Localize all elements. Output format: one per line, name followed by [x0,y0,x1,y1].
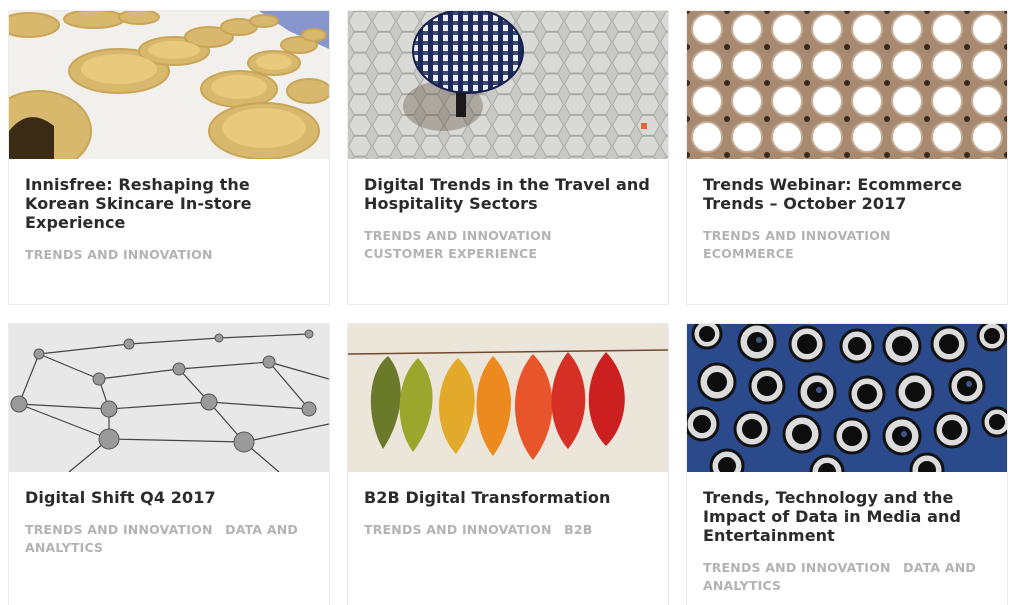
tag-link[interactable]: TRENDS AND INNOVATION [703,560,891,575]
article-card[interactable]: Trends Webinar: Ecommerce Trends – Octob… [686,10,1008,305]
tag-link[interactable]: TRENDS AND INNOVATION [364,522,552,537]
tag-list: TRENDS AND INNOVATION B2B [364,521,652,539]
tag-link[interactable]: ECOMMERCE [703,246,794,261]
tag-link[interactable]: TRENDS AND INNOVATION [25,247,213,262]
tag-link[interactable]: TRENDS AND INNOVATION [703,228,891,243]
network-nodes-photo [9,324,329,472]
article-title[interactable]: Innisfree: Reshaping the Korean Skincare… [25,175,313,232]
article-card[interactable]: Digital Trends in the Travel and Hospita… [347,10,669,305]
article-card[interactable]: B2B Digital Transformation TRENDS AND IN… [347,323,669,605]
autumn-leaves-image[interactable] [348,324,668,472]
umbrella-on-pavement-photo [348,11,668,159]
circle-pattern-image[interactable] [687,11,1007,159]
tag-list: TRENDS AND INNOVATION CUSTOMER EXPERIENC… [364,227,652,263]
tag-link[interactable]: TRENDS AND INNOVATION [25,522,213,537]
article-title[interactable]: Trends Webinar: Ecommerce Trends – Octob… [703,175,991,213]
article-title[interactable]: Digital Shift Q4 2017 [25,488,313,507]
article-card[interactable]: Innisfree: Reshaping the Korean Skincare… [8,10,330,305]
article-card[interactable]: Digital Shift Q4 2017 TRENDS AND INNOVAT… [8,323,330,605]
tag-link[interactable]: TRENDS AND INNOVATION [364,228,552,243]
tag-list: TRENDS AND INNOVATION ECOMMERCE [703,227,991,263]
article-grid: Innisfree: Reshaping the Korean Skincare… [0,0,1017,605]
network-image[interactable] [9,324,329,472]
tag-link[interactable]: B2B [564,522,592,537]
article-title[interactable]: B2B Digital Transformation [364,488,652,507]
article-card[interactable]: Trends, Technology and the Impact of Dat… [686,323,1008,605]
tag-list: TRENDS AND INNOVATION [25,246,313,264]
tag-list: TRENDS AND INNOVATION DATA AND ANALYTICS [703,559,991,595]
camera-lenses-photo [687,324,1007,472]
article-title[interactable]: Trends, Technology and the Impact of Dat… [703,488,991,545]
autumn-leaves-photo [348,324,668,472]
concrete-planters-image[interactable] [9,11,329,159]
concrete-planters-photo [9,11,329,159]
camera-lenses-image[interactable] [687,324,1007,472]
circle-pattern-photo [687,11,1007,159]
tag-list: TRENDS AND INNOVATION DATA AND ANALYTICS [25,521,313,557]
umbrella-image[interactable] [348,11,668,159]
tag-link[interactable]: CUSTOMER EXPERIENCE [364,246,537,261]
article-title[interactable]: Digital Trends in the Travel and Hospita… [364,175,652,213]
